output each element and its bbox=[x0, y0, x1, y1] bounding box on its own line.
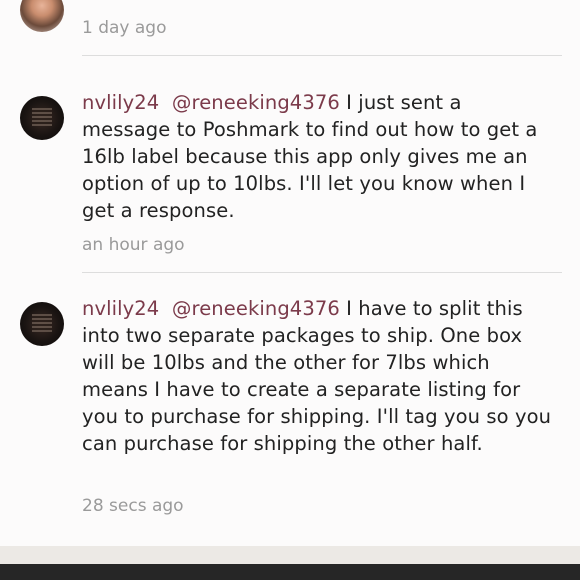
comment-text: nvlily24 @reneeking4376 I have to split … bbox=[82, 295, 552, 457]
comment-text: nvlily24 @reneeking4376 I just sent a me… bbox=[82, 89, 552, 224]
comment-username[interactable]: nvlily24 bbox=[82, 91, 159, 114]
avatar[interactable] bbox=[20, 302, 64, 346]
comment-timestamp: 28 secs ago bbox=[82, 496, 184, 516]
avatar[interactable] bbox=[20, 0, 64, 32]
comment-mention[interactable]: @reneeking4376 bbox=[172, 91, 340, 114]
comments-screen: 1 day ago nvlily24 @reneeking4376 I just… bbox=[0, 0, 580, 580]
avatar[interactable] bbox=[20, 96, 64, 140]
divider bbox=[82, 272, 562, 273]
comment-body: I have to split this into two separate p… bbox=[82, 297, 552, 455]
divider bbox=[82, 55, 562, 56]
comment-timestamp: 1 day ago bbox=[82, 18, 167, 38]
bottom-bar bbox=[0, 564, 580, 580]
comment-username[interactable]: nvlily24 bbox=[82, 297, 159, 320]
comment-mention[interactable]: @reneeking4376 bbox=[172, 297, 340, 320]
footer-strip bbox=[0, 546, 580, 564]
comment-timestamp: an hour ago bbox=[82, 235, 185, 255]
